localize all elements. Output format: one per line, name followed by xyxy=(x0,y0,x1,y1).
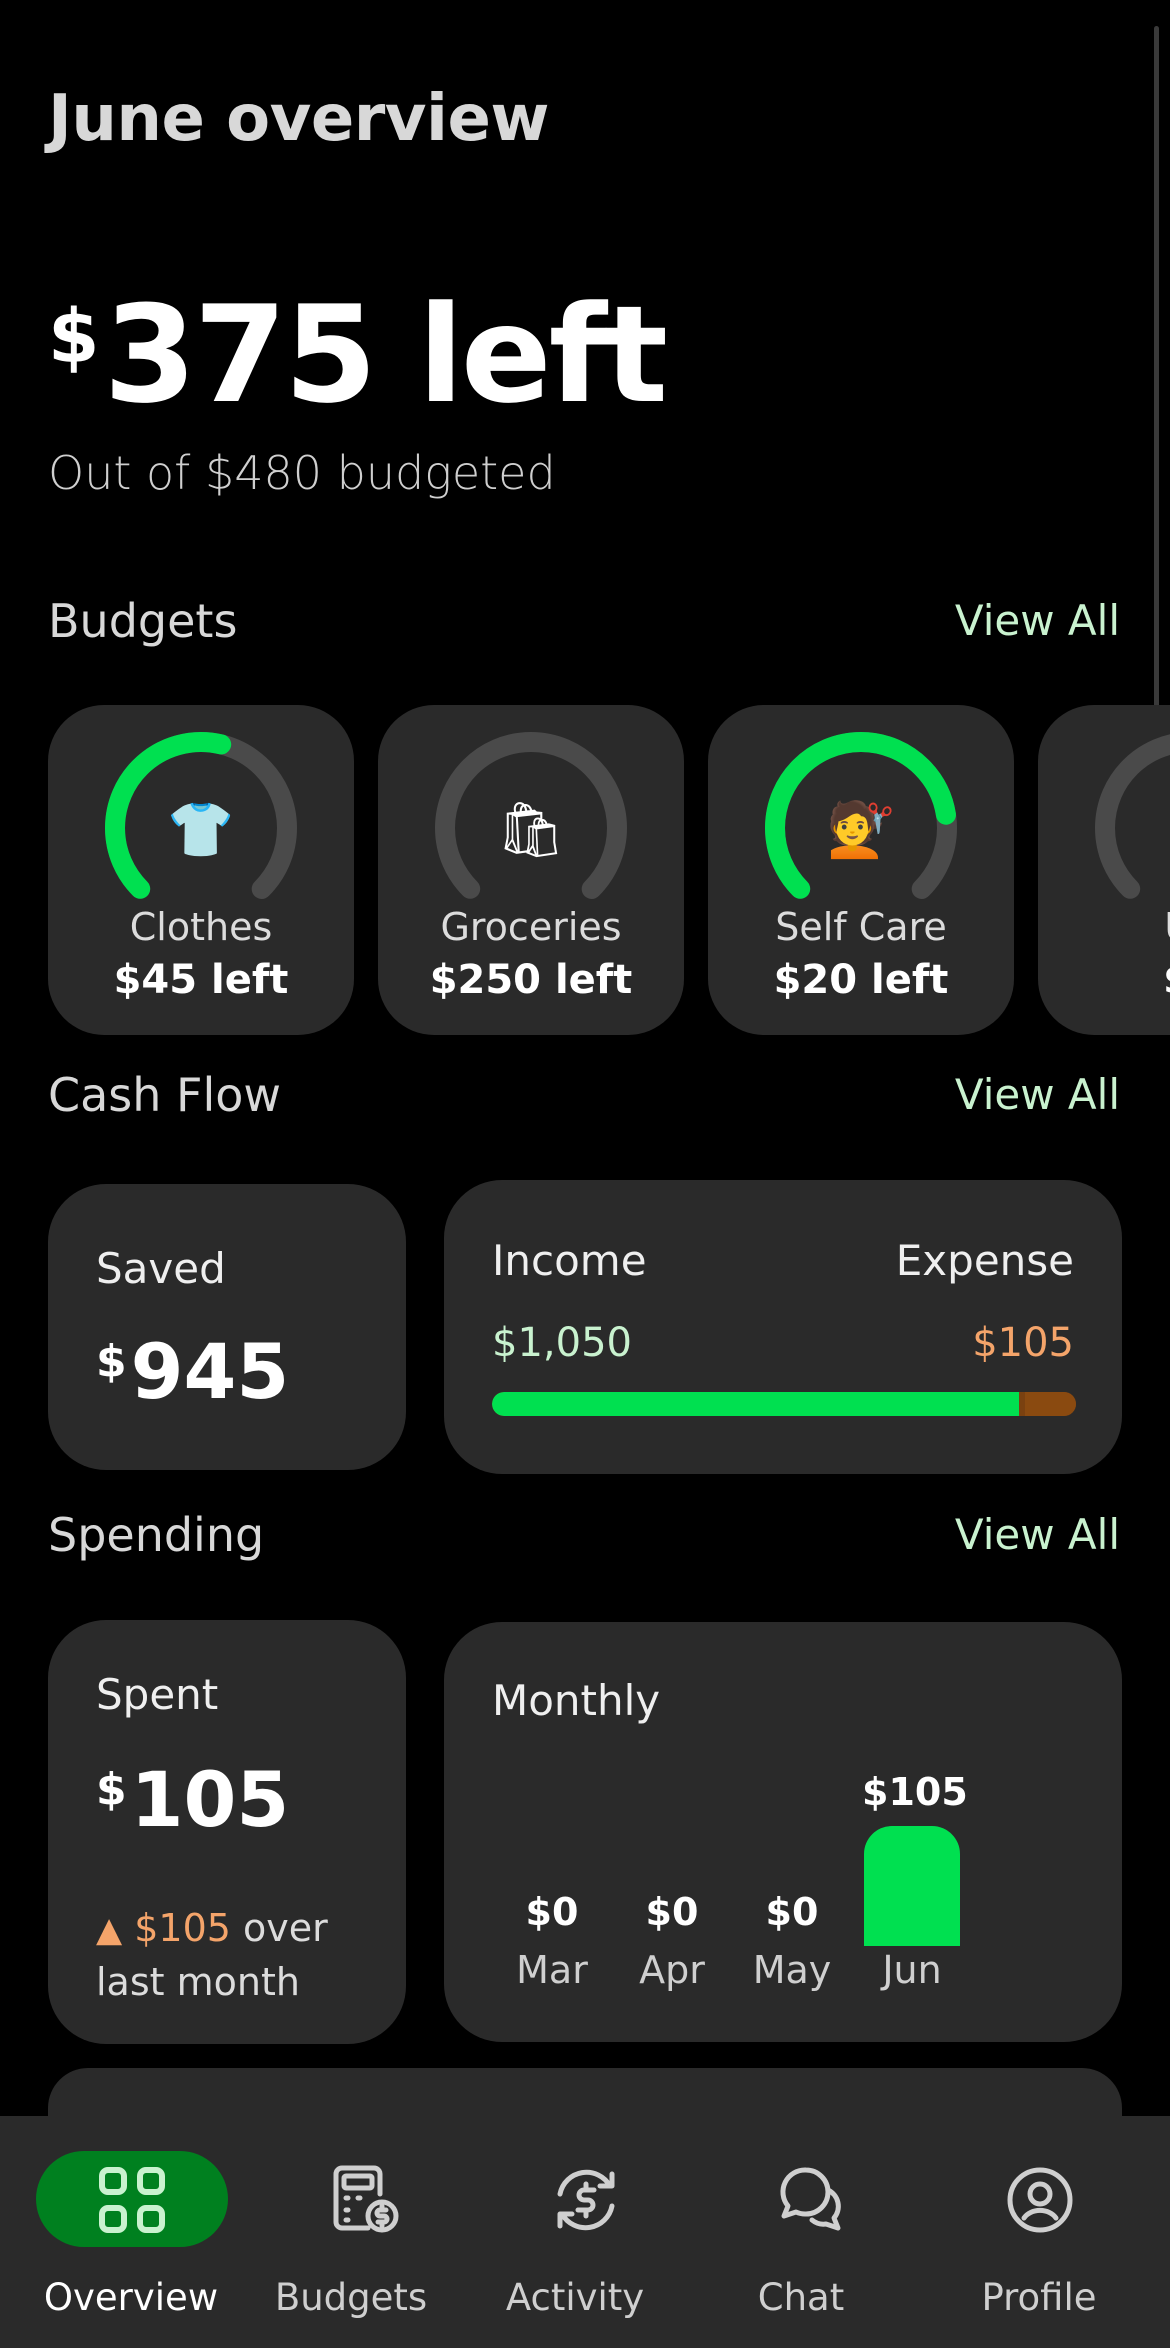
bar-jun xyxy=(864,1826,960,1946)
chat-bubbles-icon xyxy=(780,2167,841,2231)
nav-overview[interactable]: Overview xyxy=(0,2116,234,2348)
expense-value: $105 xyxy=(972,1320,1074,1366)
spent-label: Spent xyxy=(96,1670,219,1719)
haircut-icon: 💇 xyxy=(827,798,895,861)
bottom-navigation: Overview Budgets Activity Chat Profile xyxy=(0,2116,1170,2348)
bar-month-label: Apr xyxy=(639,1948,705,1992)
budget-left: $250 left xyxy=(429,957,633,1003)
budget-name: Uti xyxy=(1038,905,1170,949)
budget-card-groceries[interactable]: 🛍 Groceries $250 left xyxy=(378,705,684,1035)
nav-label: Profile xyxy=(981,2276,1097,2319)
nav-budgets[interactable]: Budgets xyxy=(234,2116,468,2348)
spent-amount: $ 105 xyxy=(96,1758,289,1842)
spent-comparison: ▲ $105 over last month xyxy=(96,1902,356,2008)
tshirt-icon: 👕 xyxy=(167,798,235,861)
budget-name: Clothes xyxy=(129,905,273,949)
nav-label: Chat xyxy=(757,2276,845,2319)
cash-flow-view-all-link[interactable]: View All xyxy=(955,1070,1120,1119)
currency-symbol: $ xyxy=(96,1336,127,1387)
nav-label: Budgets xyxy=(274,2276,428,2319)
cash-flow-section-title: Cash Flow xyxy=(48,1068,282,1122)
saved-amount: $ 945 xyxy=(96,1330,289,1414)
budget-left: $45 left xyxy=(113,957,289,1003)
budget-card-self-care[interactable]: 💇 Self Care $20 left xyxy=(708,705,1014,1035)
budgets-section-title: Budgets xyxy=(48,594,238,648)
income-expense-card[interactable]: Income Expense $1,050 $105 xyxy=(444,1180,1122,1474)
bar-month-label: May xyxy=(752,1948,832,1992)
bar-value-label: $0 xyxy=(645,1890,699,1934)
spent-card[interactable]: Spent $ 105 ▲ $105 over last month xyxy=(48,1620,406,2044)
grocery-bag-icon: 🛍 xyxy=(496,798,566,861)
spending-section-title: Spending xyxy=(48,1508,265,1562)
budget-cards-carousel[interactable]: 👕 Clothes $45 left 🛍 Groceries $250 left… xyxy=(48,705,1170,1035)
budget-card-utilities[interactable]: Uti $6 xyxy=(1038,705,1170,1035)
monthly-label: Monthly xyxy=(492,1676,661,1725)
nav-profile[interactable]: Profile xyxy=(936,2116,1170,2348)
amount-left-display: $ 375 left xyxy=(48,277,669,433)
bar-value-label: $105 xyxy=(862,1770,968,1814)
scrollbar[interactable] xyxy=(1154,26,1159,746)
budget-name: Groceries xyxy=(440,905,622,949)
bar-month-label: Jun xyxy=(882,1948,942,1992)
income-label: Income xyxy=(492,1236,647,1285)
budget-gauge xyxy=(1095,732,1170,913)
nav-label: Overview xyxy=(43,2276,219,2319)
budgeted-subtitle: Out of $480 budgeted xyxy=(48,446,556,500)
income-value: $1,050 xyxy=(492,1320,632,1366)
spent-delta: $105 xyxy=(134,1906,231,1950)
income-expense-bar xyxy=(492,1392,1076,1416)
trend-up-icon: ▲ xyxy=(96,1910,123,1950)
activity-dollar-icon xyxy=(557,2169,615,2231)
nav-activity[interactable]: Activity xyxy=(468,2116,702,2348)
saved-value: 945 xyxy=(130,1327,290,1416)
bar-value-label: $0 xyxy=(525,1890,579,1934)
nav-chat[interactable]: Chat xyxy=(702,2116,936,2348)
saved-label: Saved xyxy=(96,1244,226,1293)
expense-label: Expense xyxy=(895,1236,1074,1285)
nav-label: Activity xyxy=(505,2276,645,2319)
budgets-view-all-link[interactable]: View All xyxy=(955,596,1120,645)
saved-card[interactable]: Saved $ 945 xyxy=(48,1184,406,1470)
currency-symbol: $ xyxy=(48,294,100,380)
amount-left: 375 left xyxy=(103,277,669,433)
budget-name: Self Care xyxy=(775,905,947,949)
monthly-spending-card[interactable]: Monthly $0 Mar $0 Apr $0 May $105 Jun xyxy=(444,1622,1122,2042)
page-title: June overview xyxy=(48,82,549,156)
budget-left: $6 xyxy=(1038,957,1170,1003)
income-bar-fill xyxy=(492,1392,1019,1416)
bar-month-label: Mar xyxy=(516,1948,588,1992)
currency-symbol: $ xyxy=(96,1764,127,1815)
budget-left: $20 left xyxy=(773,957,949,1003)
expense-bar-fill xyxy=(1025,1392,1076,1416)
spending-view-all-link[interactable]: View All xyxy=(955,1510,1120,1559)
budget-card-clothes[interactable]: 👕 Clothes $45 left xyxy=(48,705,354,1035)
overview-grid-icon xyxy=(99,2167,165,2233)
budget-calculator-icon xyxy=(333,2165,399,2233)
profile-icon xyxy=(1007,2167,1073,2233)
bar-value-label: $0 xyxy=(765,1890,819,1934)
spent-value: 105 xyxy=(130,1755,290,1844)
